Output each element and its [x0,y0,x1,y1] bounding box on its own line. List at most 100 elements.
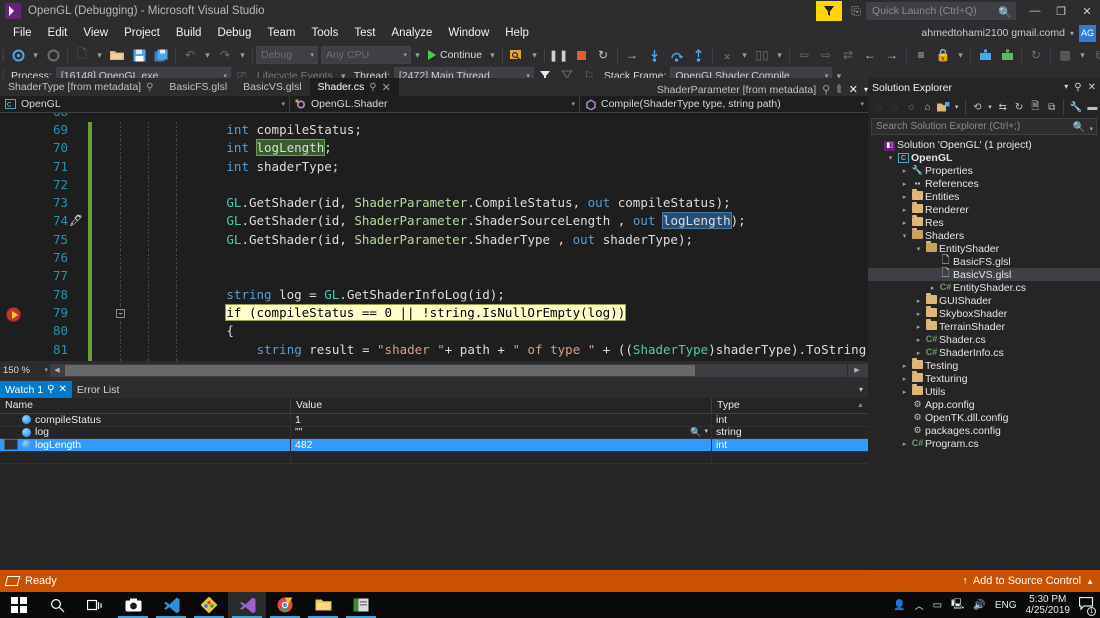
taskbar-app[interactable] [342,592,380,618]
chevron-down-icon[interactable]: ▾ [859,385,868,394]
menu-tools[interactable]: Tools [303,25,346,41]
expander-icon[interactable]: ▸ [899,388,910,396]
platform-select[interactable]: Any CPU [321,46,411,64]
network-icon[interactable]: 🖳 [951,597,964,614]
code-line[interactable]: 70 int logLength; [28,139,848,159]
battery-icon[interactable]: ▭ [933,600,942,611]
code-line[interactable]: 73 GL.GetShader(id, ShaderParameter.Compi… [28,195,848,214]
code-line[interactable]: 75 GL.GetShader(id, ShaderParameter.Shade… [28,231,848,251]
menu-analyze[interactable]: Analyze [383,25,440,41]
tree-node[interactable]: ▾ EntityShader [868,240,1100,255]
expander-icon[interactable]: ▾ [885,154,896,162]
close-icon[interactable]: ✕ [382,81,391,94]
tree-node[interactable]: ▸ SkyboxShader [868,305,1100,320]
expander-icon[interactable]: ▸ [913,336,924,344]
watch-row[interactable]: logLength 482 int [0,438,868,452]
search-button[interactable] [38,592,76,618]
editor-horizontal-scrollbar[interactable]: ◀ [50,364,847,377]
clock[interactable]: 5:30 PM 4/25/2019 [1026,594,1071,616]
screen-capture-icon[interactable]: ⎘ [846,4,866,19]
avatar[interactable]: AG [1079,24,1096,42]
code-line[interactable]: 78 string log = GL.GetShaderInfoLog(id); [28,286,848,305]
expander-icon[interactable]: ▸ [899,362,910,370]
chevron-down-icon[interactable]: ▾ [738,45,751,65]
expander-icon[interactable]: ▸ [899,180,910,188]
pin-icon[interactable]: ⚲ [369,82,376,93]
watch-row[interactable]: log "" 🔍 ▾ string [0,426,868,439]
task-view-button[interactable] [76,592,114,618]
tree-node[interactable]: ▸ TerrainShader [868,318,1100,333]
scroll-right-button[interactable]: ▶ [848,364,868,377]
chevron-down-icon[interactable]: ▾ [773,45,786,65]
scroll-thumb[interactable] [65,365,695,376]
row-expander[interactable] [4,439,18,451]
watch-row-empty[interactable] [0,451,868,464]
pin-icon[interactable]: ⚲ [146,82,153,93]
watch-value-cell[interactable]: 1 [291,413,712,426]
code-editor[interactable]: 6869int compileStatus;70int logLength;71… [0,113,868,361]
pin-icon[interactable]: ⚲ [822,83,830,96]
watch-row[interactable]: compileStatus 1 int [0,413,868,427]
properties-icon[interactable]: 🔧 [1068,99,1083,116]
preview-selected-items-icon[interactable]: ⧉ [1044,99,1059,116]
tree-node[interactable]: ⚙ packages.config [868,424,1100,437]
expander-icon[interactable]: ▸ [899,167,910,175]
minimize-button[interactable]: — [1022,0,1048,22]
expander-icon[interactable]: ▸ [913,310,924,318]
status-right[interactable]: ↑ Add to Source Control ▲ [962,575,1100,587]
tree-node[interactable]: ▾ C OpenGL [868,151,1100,164]
code-line[interactable]: 76 [28,250,848,269]
configuration-select[interactable]: Debug [256,46,318,64]
chevron-down-icon[interactable]: ▾ [1089,122,1093,137]
memory-window-icon[interactable]: ▯▯ [751,45,773,65]
taskbar-camera-app[interactable] [114,592,152,618]
comment-lines-icon[interactable]: ≡ [910,45,932,65]
tree-node[interactable]: ▸ ▪▪ References [868,177,1100,190]
menu-test[interactable]: Test [346,25,383,41]
restore-button[interactable]: ❐ [1048,0,1074,22]
close-icon[interactable]: ✕ [58,384,66,395]
watch-value-cell[interactable]: 482 [291,438,712,451]
redo-nav-icon[interactable]: ⇨ [815,45,837,65]
menu-view[interactable]: View [75,25,116,41]
chevron-down-icon[interactable]: ▾ [93,45,106,65]
tree-node[interactable]: ◧ Solution 'OpenGL' (1 project) [868,138,1100,151]
chevron-down-icon[interactable]: ▾ [1070,29,1074,38]
chevron-down-icon[interactable]: ▾ [1076,45,1089,65]
tree-node[interactable]: ▸ Utils [868,383,1100,398]
tab-basicvs-glsl[interactable]: BasicVS.glsl [235,78,310,96]
taskbar-file-explorer-app[interactable] [304,592,342,618]
sync-with-active-document-icon[interactable]: ⇆ [995,99,1010,116]
tree-node[interactable]: ▸ 🔧 Properties [868,164,1100,177]
code-line[interactable]: 81 string result = "shader "+ path + " of… [28,341,868,360]
restart-icon[interactable]: ↻ [592,45,614,65]
expander-icon[interactable]: ▸ [899,375,910,383]
tree-node[interactable]: 🗋 BasicVS.glsl [868,268,1100,281]
navigate-backward-icon[interactable] [7,45,29,65]
tab-shader-cs[interactable]: Shader.cs ⚲ ✕ [309,78,399,96]
expander-icon[interactable]: ▸ [899,440,910,448]
expander-icon[interactable]: ▸ [913,349,924,357]
menu-file[interactable]: File [5,25,40,41]
navigate-forward-icon[interactable] [42,45,64,65]
zoom-level-select[interactable]: 150 % [0,363,50,378]
scroll-left-icon[interactable]: ◀ [50,366,64,374]
tree-node[interactable]: 🗋 BasicFS.glsl [868,255,1100,268]
restore-down-icon[interactable]: ⮬ [836,83,843,96]
taskbar-paint-app[interactable] [190,592,228,618]
tree-node[interactable]: ▸ C# Shader.cs [868,333,1100,346]
undo-icon[interactable]: ↶ [179,45,201,65]
column-header-value[interactable]: Value [291,397,712,414]
expander-icon[interactable]: ▾ [899,232,910,240]
expander-icon[interactable]: ▸ [899,219,910,227]
code-line[interactable]: 74 🖊 GL.GetShader(id, ShaderParameter.Shad… [28,212,848,232]
hex-display-icon[interactable]: 𝄪 [716,45,738,65]
text-visualizer-icon[interactable]: 🔍 [690,426,701,438]
code-line[interactable]: 80 { [28,323,848,342]
tab-watch-1[interactable]: Watch 1 ⚲ ✕ [0,381,72,398]
lock-icon[interactable]: 🔒 [932,45,954,65]
toolbar-grip[interactable] [0,47,7,63]
taskbar-chrome-app[interactable] [266,592,304,618]
code-line[interactable]: 71 int shaderType; [28,158,848,177]
send-feedback-icon[interactable] [816,1,842,21]
